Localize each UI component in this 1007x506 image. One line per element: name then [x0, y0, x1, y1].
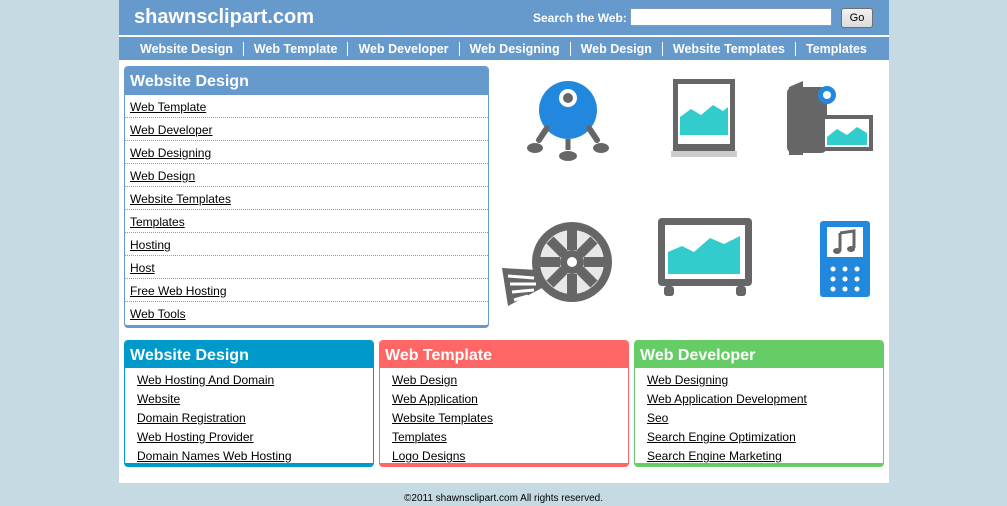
- link[interactable]: Logo Designs: [392, 449, 465, 463]
- box-title: Web Template: [380, 341, 628, 368]
- link[interactable]: Web Application Development: [647, 392, 807, 406]
- list-item: Domain Names Web Hosting: [125, 447, 373, 463]
- search-label: Search the Web:: [533, 11, 627, 25]
- list-item: Web Developer: [125, 118, 488, 141]
- nav-item-web-template[interactable]: Web Template: [244, 42, 348, 56]
- link-box-web-developer: Web Developer Web Designing Web Applicat…: [634, 340, 884, 467]
- list-item: Web Design: [125, 164, 488, 187]
- nav-item-templates[interactable]: Templates: [796, 42, 877, 56]
- list-item: Logo Designs: [380, 447, 628, 463]
- link[interactable]: Web Design: [130, 169, 195, 183]
- link-box-web-template: Web Template Web Design Web Application …: [379, 340, 629, 467]
- footer-copyright: ©2011 shawnsclipart.com All rights reser…: [404, 493, 603, 504]
- link[interactable]: Free Web Hosting: [130, 284, 227, 298]
- film-reel-icon: [502, 222, 612, 306]
- list-item: Web Design: [380, 371, 628, 390]
- search-input[interactable]: [630, 8, 832, 26]
- list-item: Search Engine Marketing: [635, 447, 883, 463]
- list-item: Domain Registration: [125, 409, 373, 428]
- list-item: Website: [125, 390, 373, 409]
- list-item: Hosting: [125, 233, 488, 256]
- list-item: Website Templates: [380, 409, 628, 428]
- link[interactable]: Web Design: [392, 373, 457, 387]
- box-title: Web Developer: [635, 341, 883, 368]
- list-item: Web Hosting And Domain: [125, 371, 373, 390]
- site-title[interactable]: shawnsclipart.com: [134, 6, 314, 29]
- link[interactable]: Web Tools: [130, 307, 186, 321]
- list-item: Web Template: [125, 95, 488, 118]
- nav-item-website-templates[interactable]: Website Templates: [663, 42, 795, 56]
- link[interactable]: Website Templates: [392, 411, 493, 425]
- main-box-title: Website Design: [125, 67, 488, 95]
- list-item: Web Application: [380, 390, 628, 409]
- list-item: Web Tools: [125, 302, 488, 325]
- monitor-icon: [658, 218, 752, 296]
- link[interactable]: Web Developer: [130, 123, 213, 137]
- list-item: Website Templates: [125, 187, 488, 210]
- link-list: Web Designing Web Application Developmen…: [635, 368, 883, 463]
- link[interactable]: Hosting: [130, 238, 171, 252]
- link[interactable]: Web Hosting And Domain: [137, 373, 274, 387]
- link[interactable]: Host: [130, 261, 155, 275]
- list-item: Free Web Hosting: [125, 279, 488, 302]
- music-player-icon: [820, 221, 870, 297]
- header: shawnsclipart.com Search the Web: Go: [119, 0, 889, 35]
- list-item: Web Designing: [125, 141, 488, 164]
- link[interactable]: Templates: [130, 215, 185, 229]
- link[interactable]: Website: [137, 392, 180, 406]
- link-list: Web Hosting And Domain Website Domain Re…: [125, 368, 373, 463]
- nav-item-web-design[interactable]: Web Design: [571, 42, 662, 56]
- list-item: Host: [125, 256, 488, 279]
- list-item: Templates: [380, 428, 628, 447]
- list-item: Search Engine Optimization: [635, 428, 883, 447]
- main-link-list: Web Template Web Developer Web Designing…: [125, 95, 488, 325]
- camera-photo-icon: [787, 81, 873, 155]
- link-list: Web Design Web Application Website Templ…: [380, 368, 628, 463]
- link[interactable]: Domain Registration: [137, 411, 246, 425]
- link[interactable]: Domain Names Web Hosting: [137, 449, 292, 463]
- nav-item-web-designing[interactable]: Web Designing: [460, 42, 570, 56]
- top-nav: Website Design Web Template Web Develope…: [119, 37, 889, 60]
- list-item: Web Application Development: [635, 390, 883, 409]
- link[interactable]: Web Application: [392, 392, 478, 406]
- link[interactable]: Seo: [647, 411, 668, 425]
- link[interactable]: Web Hosting Provider: [137, 430, 254, 444]
- nav-item-web-developer[interactable]: Web Developer: [348, 42, 458, 56]
- link[interactable]: Web Designing: [130, 146, 211, 160]
- link[interactable]: Web Template: [130, 100, 206, 114]
- list-item: Web Designing: [635, 371, 883, 390]
- main-link-box: Website Design Web Template Web Develope…: [124, 66, 489, 328]
- link[interactable]: Templates: [392, 430, 447, 444]
- go-button[interactable]: Go: [841, 8, 873, 28]
- picture-frame-icon: [671, 79, 737, 157]
- list-item: Seo: [635, 409, 883, 428]
- list-item: Templates: [125, 210, 488, 233]
- link[interactable]: Web Designing: [647, 373, 728, 387]
- link-box-website-design: Website Design Web Hosting And Domain We…: [124, 340, 374, 467]
- webcam-icon: [527, 81, 609, 161]
- link[interactable]: Search Engine Marketing: [647, 449, 782, 463]
- list-item: Web Hosting Provider: [125, 428, 373, 447]
- link[interactable]: Search Engine Optimization: [647, 430, 796, 444]
- box-title: Website Design: [125, 341, 373, 368]
- nav-item-website-design[interactable]: Website Design: [130, 42, 243, 56]
- link[interactable]: Website Templates: [130, 192, 231, 206]
